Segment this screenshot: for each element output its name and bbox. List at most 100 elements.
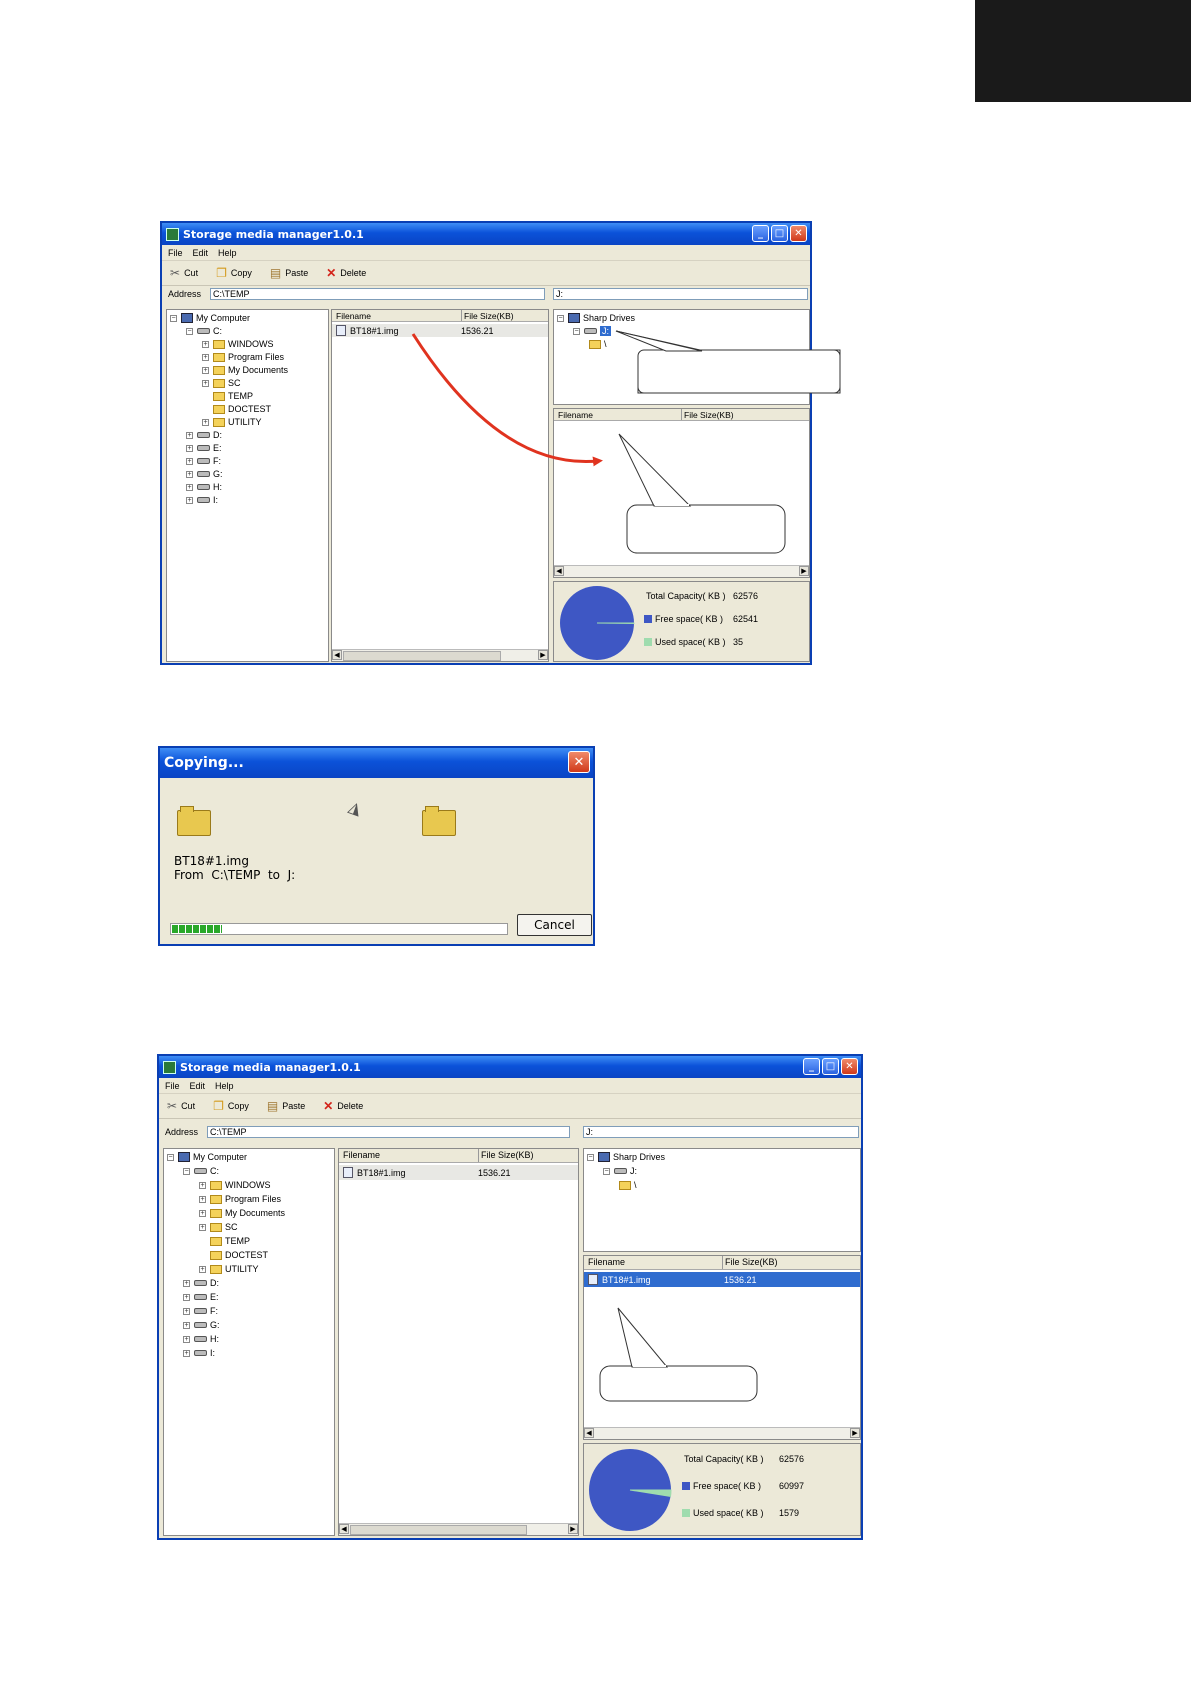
expand-icon[interactable]: + bbox=[199, 1181, 206, 1189]
expand-icon[interactable]: + bbox=[202, 340, 209, 348]
menu-help[interactable]: Help bbox=[218, 248, 237, 258]
maximize-button[interactable]: □ bbox=[771, 225, 788, 242]
expand-icon[interactable]: + bbox=[199, 1209, 206, 1217]
menu-file[interactable]: File bbox=[168, 248, 183, 258]
close-button[interactable]: ✕ bbox=[841, 1058, 858, 1075]
menu-edit[interactable]: Edit bbox=[193, 248, 209, 258]
collapse-icon[interactable]: − bbox=[183, 1167, 190, 1175]
copy-button[interactable]: ❐ Copy bbox=[216, 267, 252, 279]
tree-item-sc[interactable]: + SC bbox=[199, 1221, 238, 1233]
tree-item-f-drive[interactable]: + F: bbox=[186, 455, 221, 467]
expand-icon[interactable]: + bbox=[183, 1335, 190, 1343]
tree-item-e-drive[interactable]: + E: bbox=[183, 1291, 219, 1303]
column-filename[interactable]: Filename bbox=[558, 410, 593, 420]
tree-item-doctest[interactable]: DOCTEST bbox=[213, 403, 271, 415]
tree-item-g-drive[interactable]: + G: bbox=[186, 468, 223, 480]
paste-button[interactable]: ▤ Paste bbox=[267, 1100, 305, 1112]
column-filename[interactable]: Filename bbox=[588, 1257, 625, 1267]
tree-item-d-drive[interactable]: + D: bbox=[186, 429, 222, 441]
tree-item-c-drive[interactable]: − C: bbox=[186, 325, 222, 337]
dialog-title-bar[interactable]: Copying... ✕ bbox=[160, 748, 593, 778]
horizontal-scrollbar[interactable]: ◀ ▶ bbox=[554, 565, 809, 577]
tree-item-i-drive[interactable]: + I: bbox=[186, 494, 218, 506]
expand-icon[interactable]: + bbox=[202, 379, 209, 387]
cut-button[interactable]: ✂ Cut bbox=[167, 1100, 195, 1112]
scroll-right-icon[interactable]: ▶ bbox=[538, 650, 548, 660]
address-input[interactable]: C:\TEMP bbox=[210, 287, 545, 300]
collapse-icon[interactable]: − bbox=[557, 314, 564, 322]
tree-item-d-drive[interactable]: + D: bbox=[183, 1277, 219, 1289]
collapse-icon[interactable]: − bbox=[587, 1153, 594, 1161]
column-filename[interactable]: Filename bbox=[336, 311, 371, 321]
scroll-right-icon[interactable]: ▶ bbox=[568, 1524, 578, 1534]
tree-item-utility[interactable]: + UTILITY bbox=[199, 1263, 259, 1275]
column-filename[interactable]: Filename bbox=[343, 1150, 380, 1160]
scroll-right-icon[interactable]: ▶ bbox=[799, 566, 809, 576]
tree-item-temp[interactable]: TEMP bbox=[210, 1235, 250, 1247]
minimize-button[interactable]: _ bbox=[803, 1058, 820, 1075]
menu-edit[interactable]: Edit bbox=[190, 1081, 206, 1091]
tree-item-j-drive[interactable]: − J: bbox=[573, 325, 612, 337]
expand-icon[interactable]: + bbox=[199, 1265, 206, 1273]
tree-item-my-documents[interactable]: + My Documents bbox=[199, 1207, 285, 1219]
expand-icon[interactable]: + bbox=[199, 1223, 206, 1231]
tree-item-my-computer[interactable]: − My Computer bbox=[170, 312, 250, 324]
expand-icon[interactable]: + bbox=[183, 1279, 190, 1287]
expand-icon[interactable]: + bbox=[202, 353, 209, 361]
expand-icon[interactable]: + bbox=[183, 1349, 190, 1357]
tree-item-j-drive[interactable]: − J: bbox=[603, 1165, 637, 1177]
expand-icon[interactable]: + bbox=[199, 1195, 206, 1203]
close-button[interactable]: ✕ bbox=[790, 225, 807, 242]
collapse-icon[interactable]: − bbox=[170, 314, 177, 322]
tree-item-g-drive[interactable]: + G: bbox=[183, 1319, 220, 1331]
expand-icon[interactable]: + bbox=[186, 431, 193, 439]
title-bar[interactable]: Storage media manager1.0.1 _ □ ✕ bbox=[162, 223, 810, 245]
scroll-left-icon[interactable]: ◀ bbox=[584, 1428, 594, 1438]
expand-icon[interactable]: + bbox=[202, 418, 209, 426]
tree-item-h-drive[interactable]: + H: bbox=[186, 481, 222, 493]
sharp-address-input[interactable]: J: bbox=[583, 1126, 859, 1138]
tree-item-my-documents[interactable]: + My Documents bbox=[202, 364, 288, 376]
collapse-icon[interactable]: − bbox=[186, 327, 193, 335]
tree-item-h-drive[interactable]: + H: bbox=[183, 1333, 219, 1345]
menu-help[interactable]: Help bbox=[215, 1081, 234, 1091]
maximize-button[interactable]: □ bbox=[822, 1058, 839, 1075]
expand-icon[interactable]: + bbox=[186, 483, 193, 491]
collapse-icon[interactable]: − bbox=[573, 327, 580, 335]
column-size[interactable]: File Size(KB) bbox=[684, 410, 734, 420]
tree-item-sharp-drives[interactable]: − Sharp Drives bbox=[587, 1151, 665, 1163]
horizontal-scrollbar[interactable]: ◀ ▶ bbox=[332, 649, 548, 661]
column-size[interactable]: File Size(KB) bbox=[725, 1257, 778, 1267]
file-row-selected[interactable]: BT18#1.img 1536.21 bbox=[584, 1272, 860, 1287]
expand-icon[interactable]: + bbox=[183, 1293, 190, 1301]
tree-item-program-files[interactable]: + Program Files bbox=[199, 1193, 281, 1205]
expand-icon[interactable]: + bbox=[202, 366, 209, 374]
sharp-address-input[interactable]: J: bbox=[553, 288, 808, 300]
tree-item-program-files[interactable]: + Program Files bbox=[202, 351, 284, 363]
file-row[interactable]: BT18#1.img 1536.21 bbox=[339, 1165, 578, 1180]
tree-item-sc[interactable]: + SC bbox=[202, 377, 241, 389]
column-size[interactable]: File Size(KB) bbox=[481, 1150, 534, 1160]
menu-file[interactable]: File bbox=[165, 1081, 180, 1091]
tree-item-utility[interactable]: + UTILITY bbox=[202, 416, 262, 428]
tree-item-root-folder[interactable]: \ bbox=[589, 338, 607, 350]
tree-item-temp[interactable]: TEMP bbox=[213, 390, 253, 402]
tree-item-my-computer[interactable]: − My Computer bbox=[167, 1151, 247, 1163]
tree-item-doctest[interactable]: DOCTEST bbox=[210, 1249, 268, 1261]
minimize-button[interactable]: _ bbox=[752, 225, 769, 242]
cancel-button[interactable]: Cancel bbox=[517, 914, 592, 936]
copy-button[interactable]: ❐ Copy bbox=[213, 1100, 249, 1112]
tree-item-c-drive[interactable]: − C: bbox=[183, 1165, 219, 1177]
horizontal-scrollbar[interactable]: ◀ ▶ bbox=[339, 1523, 578, 1535]
expand-icon[interactable]: + bbox=[183, 1321, 190, 1329]
expand-icon[interactable]: + bbox=[186, 470, 193, 478]
tree-item-windows[interactable]: + WINDOWS bbox=[202, 338, 274, 350]
delete-button[interactable]: ✕ Delete bbox=[326, 267, 366, 279]
cut-button[interactable]: ✂ Cut bbox=[170, 267, 198, 279]
collapse-icon[interactable]: − bbox=[603, 1167, 610, 1175]
title-bar[interactable]: Storage media manager1.0.1 _ □ ✕ bbox=[159, 1056, 861, 1078]
dialog-close-button[interactable]: ✕ bbox=[568, 751, 590, 773]
tree-item-sharp-drives[interactable]: − Sharp Drives bbox=[557, 312, 635, 324]
tree-item-f-drive[interactable]: + F: bbox=[183, 1305, 218, 1317]
tree-item-windows[interactable]: + WINDOWS bbox=[199, 1179, 271, 1191]
